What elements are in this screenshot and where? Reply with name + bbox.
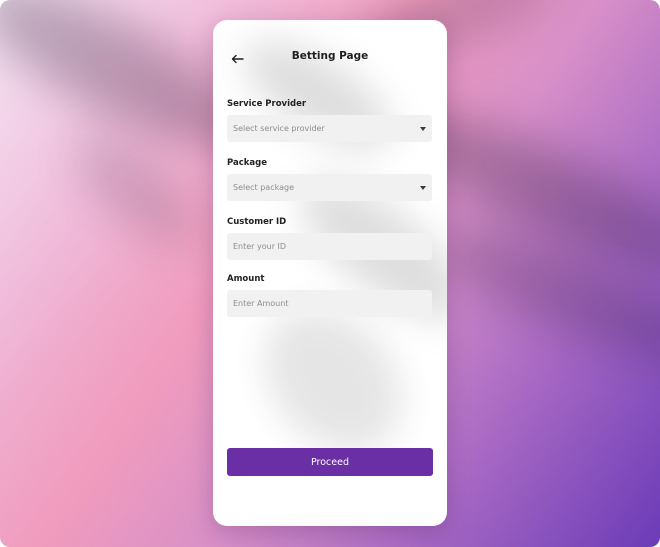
- service-provider-placeholder: Select service provider: [233, 124, 325, 133]
- proceed-button[interactable]: Proceed: [227, 448, 433, 476]
- customer-id-input[interactable]: Enter your ID: [227, 233, 432, 260]
- package-select[interactable]: Select package: [227, 174, 432, 201]
- amount-label: Amount: [227, 274, 265, 284]
- caret-down-icon: [420, 126, 426, 131]
- screen-shadow-1: [227, 20, 409, 170]
- service-provider-select[interactable]: Select service provider: [227, 115, 432, 142]
- page-title: Betting Page: [291, 50, 369, 62]
- amount-input[interactable]: Enter Amount: [227, 290, 432, 317]
- customer-id-placeholder: Enter your ID: [233, 242, 287, 251]
- service-provider-label: Service Provider: [227, 99, 307, 109]
- mobile-screen: Betting Page Service Provider Select ser…: [213, 20, 447, 526]
- package-label: Package: [227, 158, 268, 168]
- customer-id-label: Customer ID: [227, 217, 287, 227]
- caret-down-icon: [420, 185, 426, 190]
- package-placeholder: Select package: [233, 183, 294, 192]
- app-header: Betting Page: [213, 48, 447, 68]
- amount-placeholder: Enter Amount: [233, 299, 289, 308]
